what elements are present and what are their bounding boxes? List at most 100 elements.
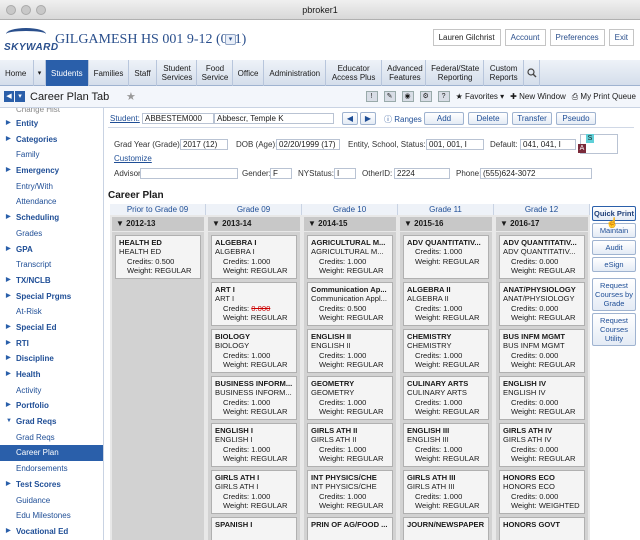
sidebar-item[interactable]: Health	[0, 367, 103, 383]
sidebar-item[interactable]: Grad Reqs	[0, 414, 103, 430]
tab-advanced-features[interactable]: Advanced Features	[382, 60, 427, 86]
transfer-button[interactable]: Transfer	[512, 112, 552, 125]
sidebar-item[interactable]: TX/NCLB	[0, 273, 103, 289]
grade-column-header[interactable]: Grade 10	[302, 204, 398, 215]
delete-button[interactable]: Delete	[468, 112, 508, 125]
collapse-icon[interactable]: ▼	[500, 219, 510, 228]
help-icon[interactable]: ?	[437, 91, 450, 102]
student-id-select[interactable]: ABBESTEM000	[142, 113, 214, 124]
tab-home[interactable]: Home	[0, 60, 34, 86]
next-student-button[interactable]: ▶	[360, 112, 376, 125]
tab-custom-reports[interactable]: Custom Reports	[484, 60, 525, 86]
camera-icon[interactable]: ◉	[401, 91, 414, 102]
tab-federal-state-reporting[interactable]: Federal/State Reporting	[426, 60, 485, 86]
add-button[interactable]: Add	[424, 112, 464, 125]
sidebar-item[interactable]: Attendance	[0, 194, 103, 210]
collapse-icon[interactable]: ▼	[404, 219, 414, 228]
course-card[interactable]: INT PHYSICS/CHE INT PHYSICS/CHE Credits: 1…	[307, 470, 393, 514]
student-name-field[interactable]: Abbescr, Temple K	[214, 113, 334, 124]
sidebar-item[interactable]: Discipline	[0, 351, 103, 367]
course-card[interactable]: SPANISH I	[211, 517, 297, 540]
page-nav-arrows[interactable]: ◀ ▾	[4, 91, 25, 102]
sidebar-item[interactable]: Activity	[0, 383, 103, 399]
esign-button[interactable]: eSign	[592, 257, 636, 272]
tab-staff[interactable]: Staff	[129, 60, 157, 86]
print-queue-link[interactable]: ⎙ My Print Queue	[572, 92, 636, 102]
course-card[interactable]: CULINARY ARTS CULINARY ARTS Credits: 1.000…	[403, 376, 489, 420]
sidebar-item[interactable]: Transcript	[0, 257, 103, 273]
tab-food-service[interactable]: Food Service	[197, 60, 233, 86]
home-dropdown-icon[interactable]: ▾	[34, 60, 46, 86]
school-year-header[interactable]: ▼ 2014-15	[304, 217, 396, 231]
course-card[interactable]: GIRLS ATH III GIRLS ATH III Credits: 1.000…	[403, 470, 489, 514]
audit-button[interactable]: Audit	[592, 240, 636, 255]
pseudo-button[interactable]: Pseudo	[556, 112, 596, 125]
school-year-header[interactable]: ▼ 2013-14	[208, 217, 300, 231]
notes-icon[interactable]: ✎	[383, 91, 396, 102]
grade-column-header[interactable]: Grade 09	[206, 204, 302, 215]
preferences-link[interactable]: Preferences	[549, 29, 605, 46]
course-card[interactable]: ALGEBRA I ALGEBRA I Credits: 1.000 Weight: …	[211, 235, 297, 279]
sidebar-item[interactable]: Family	[0, 147, 103, 163]
course-card[interactable]: ALGEBRA II ALGEBRA II Credits: 1.000 Weight…	[403, 282, 489, 326]
course-card[interactable]: GEOMETRY GEOMETRY Credits: 1.000 Weight: RE…	[307, 376, 393, 420]
sidebar-item[interactable]: Grades	[0, 226, 103, 242]
course-card[interactable]: BUS INFM MGMT BUS INFM MGMT Credits: 0.000…	[499, 329, 585, 373]
prev-student-button[interactable]: ◀	[342, 112, 358, 125]
sidebar-item[interactable]: Endorsements	[0, 461, 103, 477]
school-year-header[interactable]: ▼ 2012-13	[112, 217, 204, 231]
sidebar-item[interactable]: Special Ed	[0, 320, 103, 336]
request-courses-by-grade-button[interactable]: Request Courses by Grade	[592, 278, 636, 311]
request-courses-utility-button[interactable]: Request Courses Utility	[592, 313, 636, 346]
close-dot-icon[interactable]	[6, 5, 16, 15]
window-controls[interactable]	[6, 5, 46, 15]
course-card[interactable]: ANAT/PHYSIOLOGY ANAT/PHYSIOLOGY Credits: 0…	[499, 282, 585, 326]
tab-administration[interactable]: Administration	[264, 60, 327, 86]
chevron-down-icon[interactable]: ▾	[225, 34, 236, 45]
course-card[interactable]: HONORS ECO HONORS ECO Credits: 0.000 Weight…	[499, 470, 585, 514]
history-dropdown-icon[interactable]: ▾	[15, 91, 25, 102]
sidebar-item[interactable]: Scheduling	[0, 210, 103, 226]
grade-column-header[interactable]: Grade 12	[494, 204, 590, 215]
account-link[interactable]: Account	[504, 29, 546, 46]
exit-link[interactable]: Exit	[608, 29, 634, 46]
new-window-link[interactable]: ✚ New Window	[510, 92, 566, 101]
sidebar-item[interactable]: Vocational Ed	[0, 524, 103, 540]
school-year-header[interactable]: ▼ 2016-17	[496, 217, 588, 231]
collapse-icon[interactable]: ▼	[308, 219, 318, 228]
grade-column-header[interactable]: Prior to Grade 09	[110, 204, 206, 215]
minimize-dot-icon[interactable]	[21, 5, 31, 15]
sidebar-item[interactable]: GPA	[0, 242, 103, 258]
sidebar-item[interactable]: Grad Reqs	[0, 430, 103, 446]
course-card[interactable]: BUSINESS INFORM... BUSINESS INFORM... Cred…	[211, 376, 297, 420]
sidebar-item[interactable]: RTI	[0, 336, 103, 352]
course-card[interactable]: HEALTH ED HEALTH ED Credits: 0.500 Weight: …	[115, 235, 201, 279]
sidebar-item[interactable]: Entry/With	[0, 179, 103, 195]
tab-student-services[interactable]: Student Services	[157, 60, 197, 86]
course-card[interactable]: GIRLS ATH IV GIRLS ATH IV Credits: 0.000 We…	[499, 423, 585, 467]
favorites-menu[interactable]: ★ Favorites ▾	[456, 92, 505, 101]
school-year-header[interactable]: ▼ 2015-16	[400, 217, 492, 231]
course-card[interactable]: ENGLISH III ENGLISH III Credits: 1.000 Weig…	[403, 423, 489, 467]
sidebar-item[interactable]: Special Prgms	[0, 289, 103, 305]
customize-link[interactable]: Customize	[114, 154, 152, 163]
course-card[interactable]: ENGLISH II ENGLISH II Credits: 1.000 Weight…	[307, 329, 393, 373]
sidebar-item[interactable]: Categories	[0, 132, 103, 148]
alert-icon[interactable]: !	[365, 91, 378, 102]
collapse-icon[interactable]: ▼	[116, 219, 126, 228]
sidebar-item[interactable]: Career Plan	[0, 445, 103, 462]
sidebar-item[interactable]: Change Hist	[0, 108, 103, 116]
course-card[interactable]: ENGLISH I ENGLISH I Credits: 1.000 Weight: …	[211, 423, 297, 467]
course-card[interactable]: PRIN OF AG/FOOD ...	[307, 517, 393, 540]
sidebar-item[interactable]: Emergency	[0, 163, 103, 179]
sidebar-item[interactable]: Entity	[0, 116, 103, 132]
search-icon[interactable]	[524, 60, 541, 86]
tab-office[interactable]: Office	[233, 60, 265, 86]
course-card[interactable]: ADV QUANTITATIV... Credits: 1.000 Weight: …	[403, 235, 489, 279]
course-card[interactable]: GIRLS ATH I GIRLS ATH I Credits: 1.000 Weig…	[211, 470, 297, 514]
sidebar-item[interactable]: Guidance	[0, 493, 103, 509]
tab-families[interactable]: Families	[89, 60, 130, 86]
course-card[interactable]: HONORS GOVT	[499, 517, 585, 540]
settings-icon[interactable]: ⚙	[419, 91, 432, 102]
ranges-link[interactable]: ⓘ Ranges	[384, 114, 422, 125]
